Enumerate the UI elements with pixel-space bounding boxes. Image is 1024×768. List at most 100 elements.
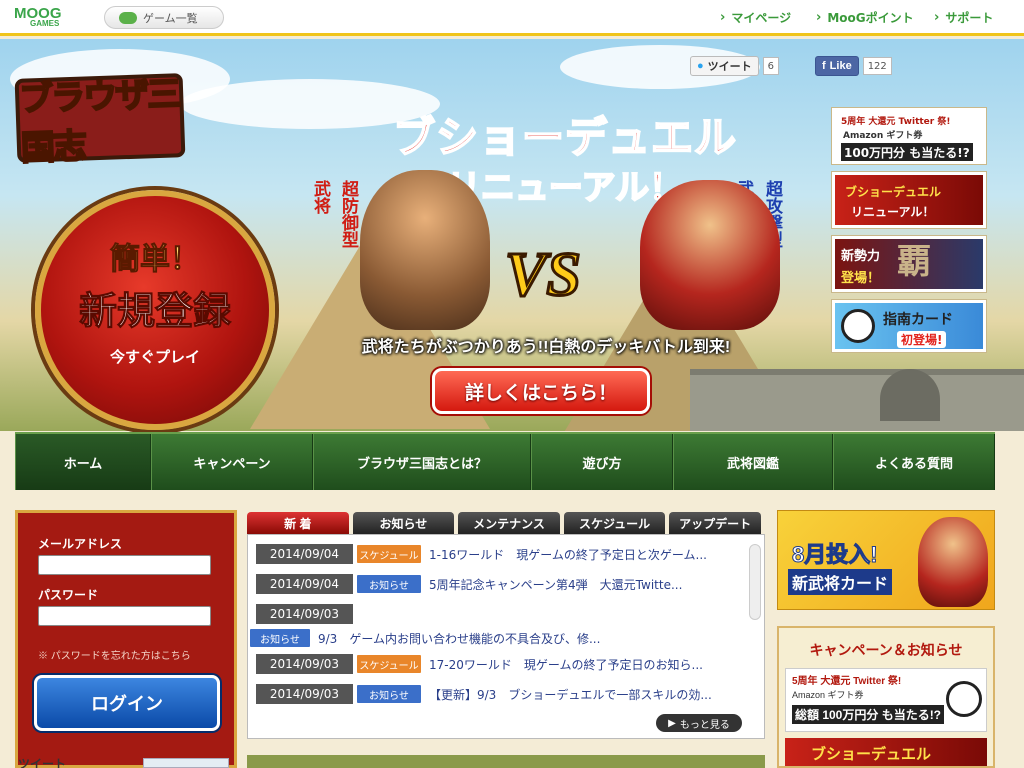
news-date: 2014/09/04 [256, 574, 353, 594]
top-bar: MOOG GAMES ゲーム一覧 › マイページ › MooGポイント › サポ… [0, 0, 1024, 36]
new-busho-line2: 新武将カード [788, 569, 893, 595]
news-date: 2014/09/03 [256, 604, 353, 624]
news-category-badge: お知らせ [357, 575, 421, 593]
news-title[interactable]: 1-16ワールド 現ゲームの終了予定日と次ゲーム... [429, 546, 707, 563]
more-button[interactable]: ▶ もっと見る [656, 714, 742, 732]
side-banner-text: 覇 [897, 242, 931, 282]
news-row[interactable]: 2014/09/03 スケジュール 17-20ワールド 現ゲームの終了予定日のお… [256, 653, 703, 675]
nav-about[interactable]: ブラウザ三国志とは？ [313, 434, 531, 490]
side-banner-busho-duel[interactable]: ブショーデュエル リニューアル！ [832, 172, 986, 228]
wall-gate-decoration [880, 369, 940, 421]
side-banner-guide-card[interactable]: 指南カード 初登場! [832, 300, 986, 352]
news-title[interactable]: 5周年記念キャンペーン第4弾 大還元Twitte... [429, 576, 682, 593]
side-banner-text: Amazon ギフト券 [843, 131, 923, 141]
bottom-tweet-heading: ツイート [18, 757, 67, 768]
left-type-label: 超防御型 [339, 180, 358, 248]
register-line3: 今すぐプレイ [109, 349, 200, 366]
facebook-like-button[interactable]: f Like [815, 56, 859, 76]
news-tabs: 新 着 お知らせ メンテナンス スケジュール アップデート [247, 512, 765, 534]
nav-campaign[interactable]: キャンペーン [151, 434, 313, 490]
news-row[interactable]: お知らせ 9/3 ゲーム内お問い合わせ機能の不具合及び、修... [250, 627, 600, 649]
login-panel: メールアドレス パスワード ※ パスワードを忘れた方はこちら ログイン [15, 510, 237, 768]
new-busho-card-banner[interactable]: 8月投入! 新武将カード [777, 510, 995, 610]
tab-new[interactable]: 新 着 [247, 512, 349, 534]
news-row[interactable]: 2014/09/04 スケジュール 1-16ワールド 現ゲームの終了予定日と次ゲ… [256, 543, 707, 565]
news-date: 2014/09/03 [256, 684, 353, 704]
hero-title: ブショーデュエル [392, 115, 737, 163]
moog-games-logo[interactable]: MOOG GAMES [14, 5, 84, 31]
side-banner-text: 新勢力 [841, 249, 881, 264]
nav-home[interactable]: ホーム [15, 434, 151, 490]
tab-maintenance[interactable]: メンテナンス [458, 512, 560, 534]
nav-how-to-play[interactable]: 遊び方 [531, 434, 673, 490]
left-tag-label: 武将 [311, 180, 330, 214]
mypage-link[interactable]: › マイページ [720, 9, 791, 26]
vs-text: VS [504, 240, 583, 311]
news-title[interactable]: 【更新】9/3 ブショーデュエルで一部スキルの効... [429, 686, 712, 703]
main-nav: ホーム キャンペーン ブラウザ三国志とは？ 遊び方 武将図鑑 よくある質問 [15, 432, 995, 490]
facebook-icon: f [822, 60, 826, 72]
side-banner-twitter-campaign[interactable]: 5周年 大還元 Twitter 祭! Amazon ギフト券 100万円分 も当… [832, 108, 986, 164]
side-banner-text: 5周年 大還元 Twitter 祭! [841, 117, 951, 127]
campaign-panel: キャンペーン＆お知らせ 5周年 大還元 Twitter 祭! Amazon ギフ… [777, 626, 995, 768]
moog-point-link[interactable]: › MooGポイント [816, 9, 914, 26]
more-button-label: もっと見る [679, 719, 730, 731]
register-line1: 簡単！ [110, 243, 201, 277]
details-button[interactable]: 詳しくはこちら！ [432, 368, 650, 414]
side-banner-text: 初登場! [897, 331, 947, 348]
register-button[interactable]: 簡単！ 新規登録 今すぐプレイ [35, 190, 275, 430]
tweet-widget: ● ツイート 6 [690, 55, 780, 77]
news-category-badge: スケジュール [357, 655, 421, 673]
browser-sangokushi-logo[interactable]: ブラウザ三国志 [14, 73, 186, 169]
arrow-right-icon: ▶ [668, 717, 676, 729]
campaign-banner-busho-duel[interactable]: ブショーデュエル [785, 738, 987, 766]
game-list-label: ゲーム一覧 [143, 11, 198, 25]
hero-tagline: 武将たちがぶつかりあう!!白熱のデッキバトル到来! [361, 339, 731, 356]
bottom-banner-strip [247, 755, 765, 768]
campaign-banner-twitter[interactable]: 5周年 大還元 Twitter 祭! Amazon ギフト券 総額 100万円分… [785, 668, 987, 732]
offensive-warrior-illustration [640, 180, 780, 330]
support-link-label: サポート [945, 11, 994, 25]
game-list-button[interactable]: ゲーム一覧 [104, 6, 224, 29]
tweet-count: 6 [762, 57, 780, 75]
email-label: メールアドレス [38, 537, 123, 551]
news-title[interactable]: 17-20ワールド 現ゲームの終了予定日のお知ら... [429, 656, 703, 673]
password-label: パスワード [38, 588, 99, 602]
news-row[interactable]: 2014/09/04 お知らせ 5周年記念キャンペーン第4弾 大還元Twitte… [256, 573, 682, 595]
nav-faq[interactable]: よくある質問 [833, 434, 995, 490]
tab-update[interactable]: アップデート [669, 512, 761, 534]
tab-notice[interactable]: お知らせ [352, 512, 455, 534]
campaign-banner-text: Amazon ギフト券 [792, 690, 864, 700]
side-banner-text: リニューアル！ [851, 205, 935, 219]
twitter-bird-icon: ● [697, 60, 704, 72]
nav-busho-encyclopedia[interactable]: 武将図鑑 [673, 434, 833, 490]
password-field[interactable] [38, 606, 211, 626]
side-banner-text: 登場！ [841, 271, 881, 286]
panda-icon [946, 681, 982, 717]
support-link[interactable]: › サポート [934, 9, 993, 26]
tweet-button[interactable]: ● ツイート [690, 56, 759, 76]
tab-schedule[interactable]: スケジュール [563, 512, 666, 534]
campaign-banner-text: ブショーデュエル [811, 747, 932, 763]
chevron-right-icon: › [720, 10, 726, 25]
register-line2: 新規登録 [78, 291, 231, 334]
news-title[interactable]: 9/3 ゲーム内お問い合わせ機能の不具合及び、修... [318, 630, 600, 647]
gamepad-icon [119, 11, 137, 24]
panda-icon [841, 309, 875, 343]
news-list: 2014/09/04 スケジュール 1-16ワールド 現ゲームの終了予定日と次ゲ… [247, 534, 765, 739]
side-banner-text: 100万円分 も当たる!? [841, 143, 973, 161]
news-category-badge: お知らせ [357, 685, 421, 703]
forgot-password-link[interactable]: ※ パスワードを忘れた方はこちら [38, 647, 191, 662]
news-row[interactable]: 2014/09/03 お知らせ 【更新】9/3 ブショーデュエルで一部スキルの効… [256, 683, 712, 705]
email-field[interactable] [38, 555, 211, 575]
news-date: 2014/09/04 [256, 544, 353, 564]
facebook-widget: f Like 122 [815, 55, 892, 77]
busho-illustration [918, 517, 988, 607]
news-row[interactable]: 2014/09/03 [256, 603, 357, 625]
side-banner-new-faction[interactable]: 新勢力 登場！ 覇 [832, 236, 986, 292]
great-wall-decoration [690, 369, 1024, 431]
bottom-follow-button[interactable] [143, 758, 229, 768]
news-scrollbar[interactable] [749, 544, 761, 620]
login-button[interactable]: ログイン [34, 675, 220, 731]
like-label: Like [829, 60, 852, 72]
